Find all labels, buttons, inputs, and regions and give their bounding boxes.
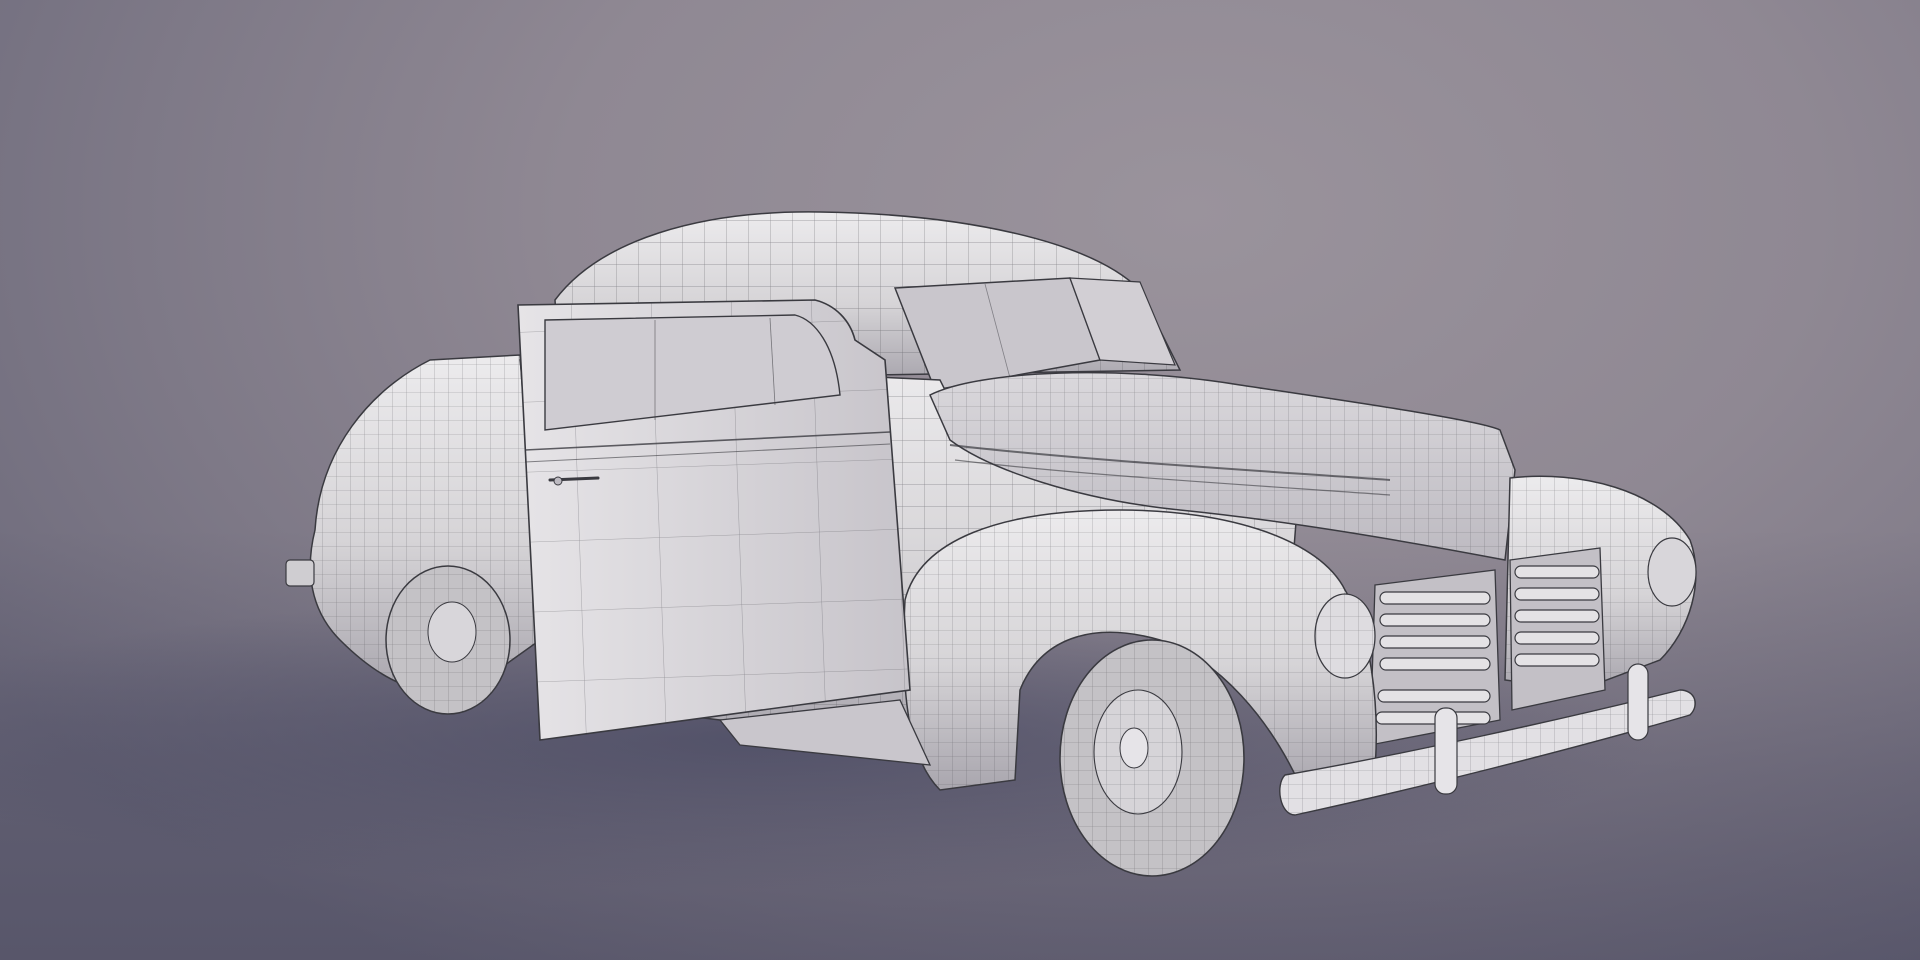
- far-headlight: [1647, 537, 1697, 607]
- open-door: [517, 299, 911, 741]
- render-viewport: [0, 0, 1920, 960]
- rear-bumper: [285, 559, 315, 587]
- rear-wheel: [385, 565, 511, 715]
- bumper-guard-left: [1434, 707, 1458, 795]
- bumper-guard-right: [1627, 663, 1649, 741]
- car-wireframe-render: [0, 211, 1697, 890]
- near-headlight: [1314, 593, 1376, 679]
- front-wheel: [1059, 639, 1245, 877]
